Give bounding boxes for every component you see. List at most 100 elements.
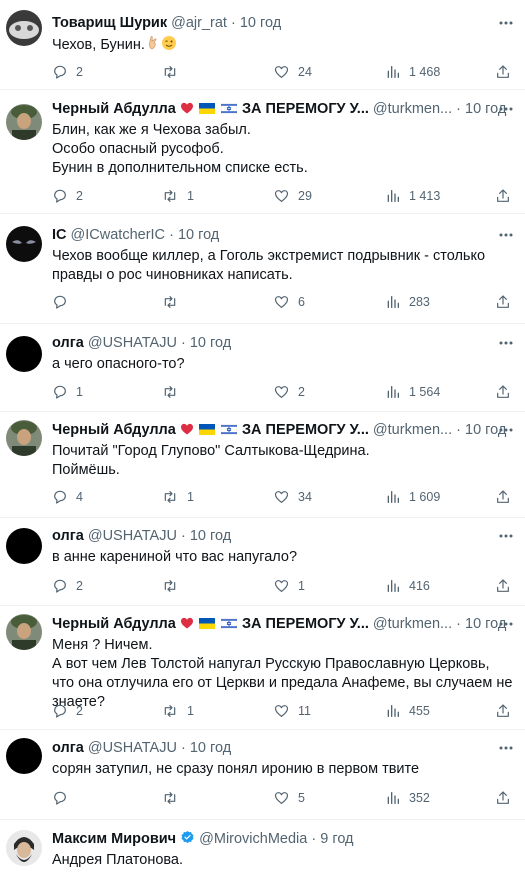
timestamp[interactable]: 9 год <box>320 831 353 847</box>
share-icon <box>497 704 509 717</box>
avatar[interactable] <box>6 420 42 456</box>
author-handle[interactable]: @turkmen... <box>373 422 452 438</box>
views-button[interactable]: 352 <box>385 789 430 807</box>
share-button[interactable] <box>495 577 511 595</box>
share-button[interactable] <box>495 702 511 720</box>
reply-button[interactable]: 2 <box>52 63 83 81</box>
views-button[interactable]: 1 609 <box>385 488 440 506</box>
author-handle[interactable]: @USHATAJU <box>88 335 177 351</box>
like-button[interactable]: 24 <box>273 63 312 81</box>
tweet[interactable]: Черный Абдулла ЗА ПЕРЕМОГУ У... @turkmen… <box>0 90 525 214</box>
timestamp[interactable]: 10 год <box>190 740 231 756</box>
like-button[interactable]: 6 <box>273 293 305 311</box>
views-button[interactable]: 1 413 <box>385 187 440 205</box>
author-name[interactable]: IC <box>52 227 67 243</box>
author-name[interactable]: Черный Абдулла <box>52 616 176 632</box>
retweet-button[interactable]: 1 <box>161 488 194 506</box>
like-button[interactable]: 5 <box>273 789 305 807</box>
like-button[interactable]: 34 <box>273 488 312 506</box>
reply-button[interactable]: 2 <box>52 577 83 595</box>
retweet-button[interactable] <box>161 63 187 81</box>
author-name[interactable]: олга <box>52 740 84 756</box>
more-options-icon[interactable] <box>497 421 515 439</box>
timestamp[interactable]: 10 год <box>190 335 231 351</box>
share-button[interactable] <box>495 488 511 506</box>
israel-flag-icon <box>220 616 238 630</box>
tweet[interactable]: Черный Абдулла ЗА ПЕРЕМОГУ У... @turkmen… <box>0 412 525 518</box>
share-button[interactable] <box>495 383 511 401</box>
avatar[interactable] <box>6 10 42 46</box>
retweet-button[interactable] <box>161 383 187 401</box>
like-count: 29 <box>298 189 312 203</box>
avatar[interactable] <box>6 528 42 564</box>
tweet[interactable]: олга @USHATAJU · 10 год в анне карениной… <box>0 518 525 606</box>
reply-button[interactable]: 2 <box>52 187 83 205</box>
reply-thread: Товарищ Шурик @ajr_rat · 10 год Чехов, Б… <box>0 0 525 878</box>
author-name[interactable]: Максим Мирович <box>52 831 176 847</box>
more-options-icon[interactable] <box>497 527 515 545</box>
author-name[interactable]: олга <box>52 528 84 544</box>
tweet[interactable]: Товарищ Шурик @ajr_rat · 10 год Чехов, Б… <box>0 0 525 90</box>
avatar[interactable] <box>6 104 42 140</box>
share-icon <box>497 579 509 592</box>
more-options-icon[interactable] <box>497 739 515 757</box>
author-badge-text[interactable]: ЗА ПЕРЕМОГУ У... <box>242 616 369 632</box>
like-button[interactable]: 11 <box>273 702 311 720</box>
timestamp[interactable]: 10 год <box>190 528 231 544</box>
reply-button[interactable]: 2 <box>52 702 83 720</box>
tweet[interactable]: Максим Мирович @MirovichMedia · 9 год Ан… <box>0 820 525 878</box>
tweet[interactable]: Черный Абдулла ЗА ПЕРЕМОГУ У... @turkmen… <box>0 606 525 730</box>
retweet-button[interactable] <box>161 293 187 311</box>
share-button[interactable] <box>495 187 511 205</box>
more-options-icon[interactable] <box>497 615 515 633</box>
author-name[interactable]: олга <box>52 335 84 351</box>
tweet[interactable]: IC @ICwatcherIC · 10 год Чехов вообще ки… <box>0 214 525 324</box>
avatar[interactable] <box>6 738 42 774</box>
more-options-icon[interactable] <box>497 14 515 32</box>
tweet[interactable]: олга @USHATAJU · 10 год сорян затупил, н… <box>0 730 525 820</box>
timestamp[interactable]: 10 год <box>178 227 219 243</box>
heart-icon <box>274 792 289 804</box>
like-button[interactable]: 2 <box>273 383 305 401</box>
author-handle[interactable]: @USHATAJU <box>88 740 177 756</box>
retweet-button[interactable]: 1 <box>161 187 194 205</box>
views-button[interactable]: 283 <box>385 293 430 311</box>
avatar[interactable] <box>6 830 42 866</box>
author-badge-text[interactable]: ЗА ПЕРЕМОГУ У... <box>242 422 369 438</box>
author-handle[interactable]: @turkmen... <box>373 101 452 117</box>
retweet-button[interactable]: 1 <box>161 702 194 720</box>
views-button[interactable]: 416 <box>385 577 430 595</box>
more-options-icon[interactable] <box>497 100 515 118</box>
author-handle[interactable]: @ICwatcherIC <box>71 227 166 243</box>
author-handle[interactable]: @ajr_rat <box>171 15 227 31</box>
author-handle[interactable]: @USHATAJU <box>88 528 177 544</box>
share-button[interactable] <box>495 63 511 81</box>
author-name[interactable]: Черный Абдулла <box>52 422 176 438</box>
like-button[interactable]: 1 <box>273 577 305 595</box>
share-button[interactable] <box>495 789 511 807</box>
retweet-button[interactable] <box>161 789 187 807</box>
author-handle[interactable]: @MirovichMedia <box>199 831 307 847</box>
author-name[interactable]: Товарищ Шурик <box>52 15 167 31</box>
share-button[interactable] <box>495 293 511 311</box>
more-options-icon[interactable] <box>497 226 515 244</box>
author-badge-text[interactable]: ЗА ПЕРЕМОГУ У... <box>242 101 369 117</box>
author-name[interactable]: Черный Абдулла <box>52 101 176 117</box>
views-button[interactable]: 1 468 <box>385 63 440 81</box>
author-handle[interactable]: @turkmen... <box>373 616 452 632</box>
heart-icon <box>274 705 289 717</box>
reply-button[interactable]: 1 <box>52 383 83 401</box>
tweet[interactable]: олга @USHATAJU · 10 год а чего опасного-… <box>0 324 525 412</box>
like-button[interactable]: 29 <box>273 187 312 205</box>
avatar[interactable] <box>6 614 42 650</box>
reply-button[interactable] <box>52 293 76 311</box>
views-button[interactable]: 1 564 <box>385 383 440 401</box>
avatar[interactable] <box>6 336 42 372</box>
views-button[interactable]: 455 <box>385 702 430 720</box>
timestamp[interactable]: 10 год <box>240 15 281 31</box>
reply-button[interactable] <box>52 789 76 807</box>
reply-button[interactable]: 4 <box>52 488 83 506</box>
avatar[interactable] <box>6 226 42 262</box>
more-options-icon[interactable] <box>497 334 515 352</box>
retweet-button[interactable] <box>161 577 187 595</box>
